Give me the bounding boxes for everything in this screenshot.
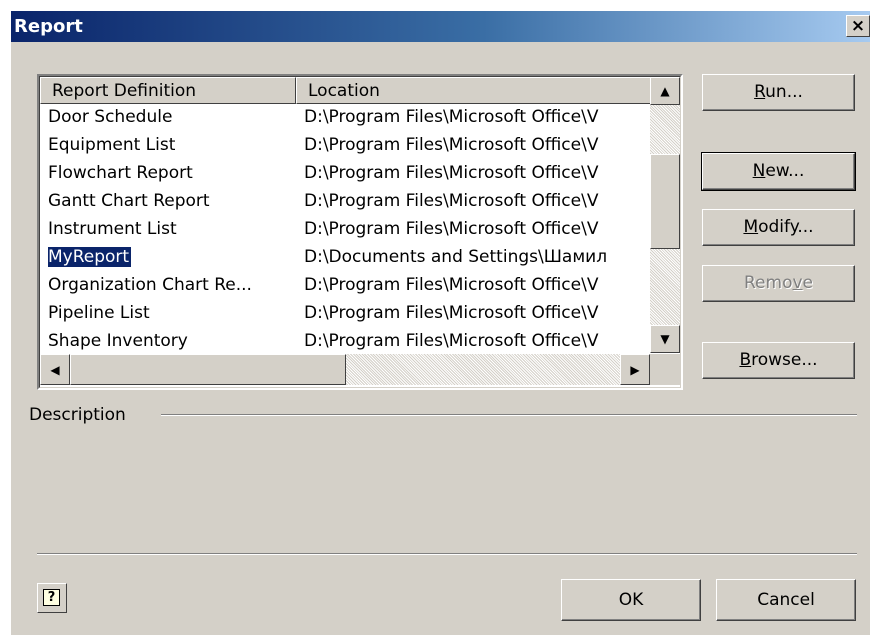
report-location: D:\Program Files\Microsoft Office\V [304, 303, 599, 323]
report-location: D:\Program Files\Microsoft Office\V [304, 331, 599, 351]
new-button[interactable]: New... [701, 152, 856, 191]
scroll-left-icon: ◀ [50, 362, 60, 377]
close-icon: × [850, 16, 866, 36]
list-rows: Door Schedule D:\Program Files\Microsoft … [40, 105, 650, 357]
scroll-down-icon: ▼ [660, 332, 670, 346]
list-item[interactable]: Door Schedule D:\Program Files\Microsoft … [40, 105, 650, 133]
report-name-text: Flowchart Report [48, 163, 193, 183]
report-location: D:\Program Files\Microsoft Office\V [304, 275, 599, 295]
scroll-down-button[interactable]: ▼ [650, 325, 680, 353]
list-item[interactable]: Gantt Chart Report D:\Program Files\Micro… [40, 189, 650, 217]
remove-button[interactable]: Remove [702, 265, 855, 302]
help-icon: ? [43, 589, 60, 606]
report-name-text: Gantt Chart Report [48, 191, 210, 211]
list-item[interactable]: Organization Chart Re... D:\Program Files… [40, 273, 650, 301]
report-name-text: Instrument List [48, 219, 177, 239]
horizontal-scrollbar[interactable]: ◀ ▶ [40, 354, 650, 385]
list-header: Report Definition Location [40, 77, 680, 104]
report-name: Door Schedule [48, 107, 293, 127]
report-name: Pipeline List [48, 303, 293, 323]
report-location: D:\Program Files\Microsoft Office\V [304, 163, 599, 183]
ok-button[interactable]: OK [561, 579, 701, 621]
list-item[interactable]: Equipment List D:\Program Files\Microsoft… [40, 133, 650, 161]
report-name: Gantt Chart Report [48, 191, 293, 211]
report-name-text: Door Schedule [48, 107, 173, 127]
report-name: Instrument List [48, 219, 293, 239]
report-name-text: Equipment List [48, 135, 176, 155]
list-item[interactable]: MyReport D:\Documents and Settings\Шамил [40, 245, 650, 273]
report-name: Organization Chart Re... [48, 275, 293, 295]
list-item[interactable]: Shape Inventory D:\Program Files\Microsof… [40, 329, 650, 357]
report-name: MyReport [48, 247, 293, 267]
modify-button[interactable]: Modify... [702, 209, 855, 246]
list-item[interactable]: Instrument List D:\Program Files\Microsof… [40, 217, 650, 245]
scroll-up-button[interactable]: ▲ [650, 77, 680, 105]
report-name-text: MyReport [48, 247, 133, 267]
report-name-text: Organization Chart Re... [48, 275, 252, 295]
horizontal-scroll-thumb[interactable] [70, 354, 346, 385]
scroll-right-button[interactable]: ▶ [620, 354, 650, 385]
browse-button[interactable]: Browse... [702, 342, 855, 379]
scrollbar-corner [650, 354, 680, 385]
cancel-button[interactable]: Cancel [716, 579, 856, 621]
description-divider [161, 414, 857, 416]
description-text [29, 435, 855, 535]
report-name: Flowchart Report [48, 163, 293, 183]
list-item[interactable]: Pipeline List D:\Program Files\Microsoft … [40, 301, 650, 329]
report-name: Shape Inventory [48, 331, 293, 351]
help-button[interactable]: ? [37, 583, 67, 613]
vertical-scrollbar[interactable]: ▲ ▼ [650, 77, 680, 353]
report-location: D:\Documents and Settings\Шамил [304, 247, 608, 267]
scroll-up-icon: ▲ [660, 84, 670, 98]
report-dialog: Report × Report Definition Location Door… [9, 9, 870, 635]
run-button[interactable]: Run... [702, 74, 855, 111]
list-item[interactable]: Flowchart Report D:\Program Files\Microso… [40, 161, 650, 189]
report-list[interactable]: Report Definition Location Door Schedule… [37, 74, 683, 390]
close-button[interactable]: × [846, 15, 870, 37]
report-location: D:\Program Files\Microsoft Office\V [304, 191, 599, 211]
vertical-scroll-thumb[interactable] [650, 154, 680, 249]
footer-divider [37, 553, 857, 555]
window-title: Report [14, 16, 83, 37]
column-header-location[interactable]: Location [296, 77, 652, 104]
title-bar: Report × [11, 11, 870, 42]
description-label: Description [29, 405, 126, 425]
report-location: D:\Program Files\Microsoft Office\V [304, 135, 599, 155]
report-name-text: Shape Inventory [48, 331, 188, 351]
column-header-report-definition[interactable]: Report Definition [40, 77, 296, 104]
report-name: Equipment List [48, 135, 293, 155]
report-location: D:\Program Files\Microsoft Office\V [304, 219, 599, 239]
report-name-text: Pipeline List [48, 303, 150, 323]
report-location: D:\Program Files\Microsoft Office\V [304, 107, 599, 127]
scroll-left-button[interactable]: ◀ [40, 354, 70, 385]
scroll-right-icon: ▶ [630, 362, 640, 377]
